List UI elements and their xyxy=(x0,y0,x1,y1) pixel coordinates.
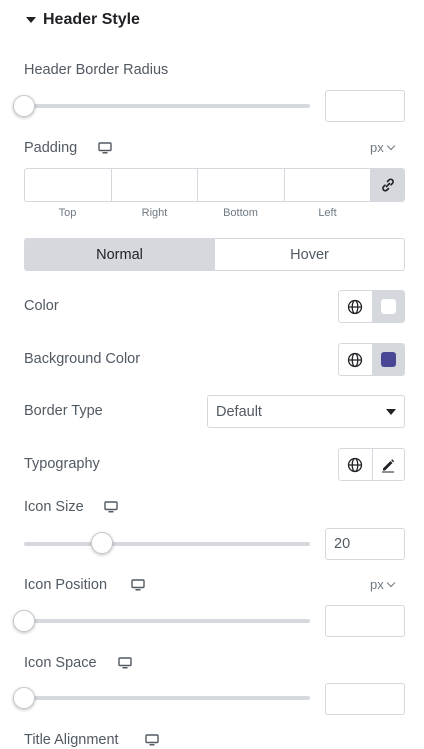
color-picker-button[interactable] xyxy=(371,291,404,322)
desktop-monitor-icon[interactable] xyxy=(118,657,132,669)
icon-size-slider[interactable] xyxy=(24,542,310,546)
padding-bottom-input[interactable] xyxy=(198,169,285,201)
tab-hover[interactable]: Hover xyxy=(215,239,404,270)
border-type-select[interactable]: Default xyxy=(207,395,405,428)
border-type-value: Default xyxy=(216,403,262,420)
background-color-label: Background Color xyxy=(24,351,141,367)
background-color-picker-button[interactable] xyxy=(371,344,404,375)
padding-unit: px xyxy=(370,140,384,155)
desktop-monitor-icon[interactable] xyxy=(131,579,145,591)
title-alignment-label: Title Alignment xyxy=(24,732,119,748)
color-control xyxy=(338,290,405,323)
typography-label: Typography xyxy=(24,456,100,472)
padding-left-input[interactable] xyxy=(285,169,371,201)
icon-size-slider-handle[interactable] xyxy=(91,532,113,554)
header-border-radius-input[interactable] xyxy=(325,90,405,122)
padding-right-input[interactable] xyxy=(112,169,198,201)
typography-control xyxy=(338,448,405,481)
color-label: Color xyxy=(24,298,59,314)
header-border-radius-slider[interactable] xyxy=(24,104,310,108)
padding-left-label: Left xyxy=(318,207,337,219)
icon-size-input[interactable] xyxy=(325,528,405,560)
pencil-icon xyxy=(382,458,395,472)
color-swatch xyxy=(380,299,396,314)
padding-dimensions xyxy=(24,168,405,202)
header-border-radius-label: Header Border Radius xyxy=(24,62,169,78)
header-border-radius-slider-handle[interactable] xyxy=(13,95,35,117)
chevron-down-icon xyxy=(386,578,395,588)
link-icon xyxy=(381,178,394,192)
icon-position-unit-select[interactable]: px xyxy=(370,577,395,592)
icon-position-label: Icon Position xyxy=(24,577,108,593)
icon-space-input[interactable] xyxy=(325,683,405,715)
section-title[interactable]: Header Style xyxy=(43,11,140,29)
padding-unit-select[interactable]: px xyxy=(370,140,395,155)
state-tabs: Normal Hover xyxy=(24,238,405,271)
padding-top-label: Top xyxy=(58,207,77,219)
global-colors-button[interactable] xyxy=(339,344,372,375)
icon-position-slider-handle[interactable] xyxy=(13,610,35,632)
globe-icon xyxy=(348,457,363,472)
desktop-monitor-icon[interactable] xyxy=(104,501,118,513)
padding-bottom-label: Bottom xyxy=(223,207,258,219)
icon-size-label: Icon Size xyxy=(24,499,84,515)
desktop-monitor-icon[interactable] xyxy=(98,142,112,154)
padding-top-input[interactable] xyxy=(25,169,112,201)
icon-space-slider[interactable] xyxy=(24,696,310,700)
caret-down-icon[interactable] xyxy=(26,17,36,23)
border-type-label: Border Type xyxy=(24,403,103,419)
chevron-down-icon xyxy=(386,141,395,151)
caret-down-icon xyxy=(386,408,396,415)
background-color-control xyxy=(338,343,405,376)
padding-label: Padding xyxy=(24,140,78,156)
icon-position-unit: px xyxy=(370,577,384,592)
edit-typography-button[interactable] xyxy=(371,449,405,480)
padding-right-label: Right xyxy=(141,207,168,219)
global-typography-button[interactable] xyxy=(339,449,372,480)
icon-space-slider-handle[interactable] xyxy=(13,687,35,709)
global-colors-button[interactable] xyxy=(339,291,372,322)
globe-icon xyxy=(348,299,363,314)
icon-position-slider[interactable] xyxy=(24,619,310,623)
icon-position-input[interactable] xyxy=(325,605,405,637)
background-color-swatch xyxy=(380,352,396,367)
link-values-button[interactable] xyxy=(371,169,404,201)
globe-icon xyxy=(348,352,363,367)
icon-space-label: Icon Space xyxy=(24,655,97,671)
tab-normal[interactable]: Normal xyxy=(25,239,215,270)
desktop-monitor-icon[interactable] xyxy=(145,734,159,746)
